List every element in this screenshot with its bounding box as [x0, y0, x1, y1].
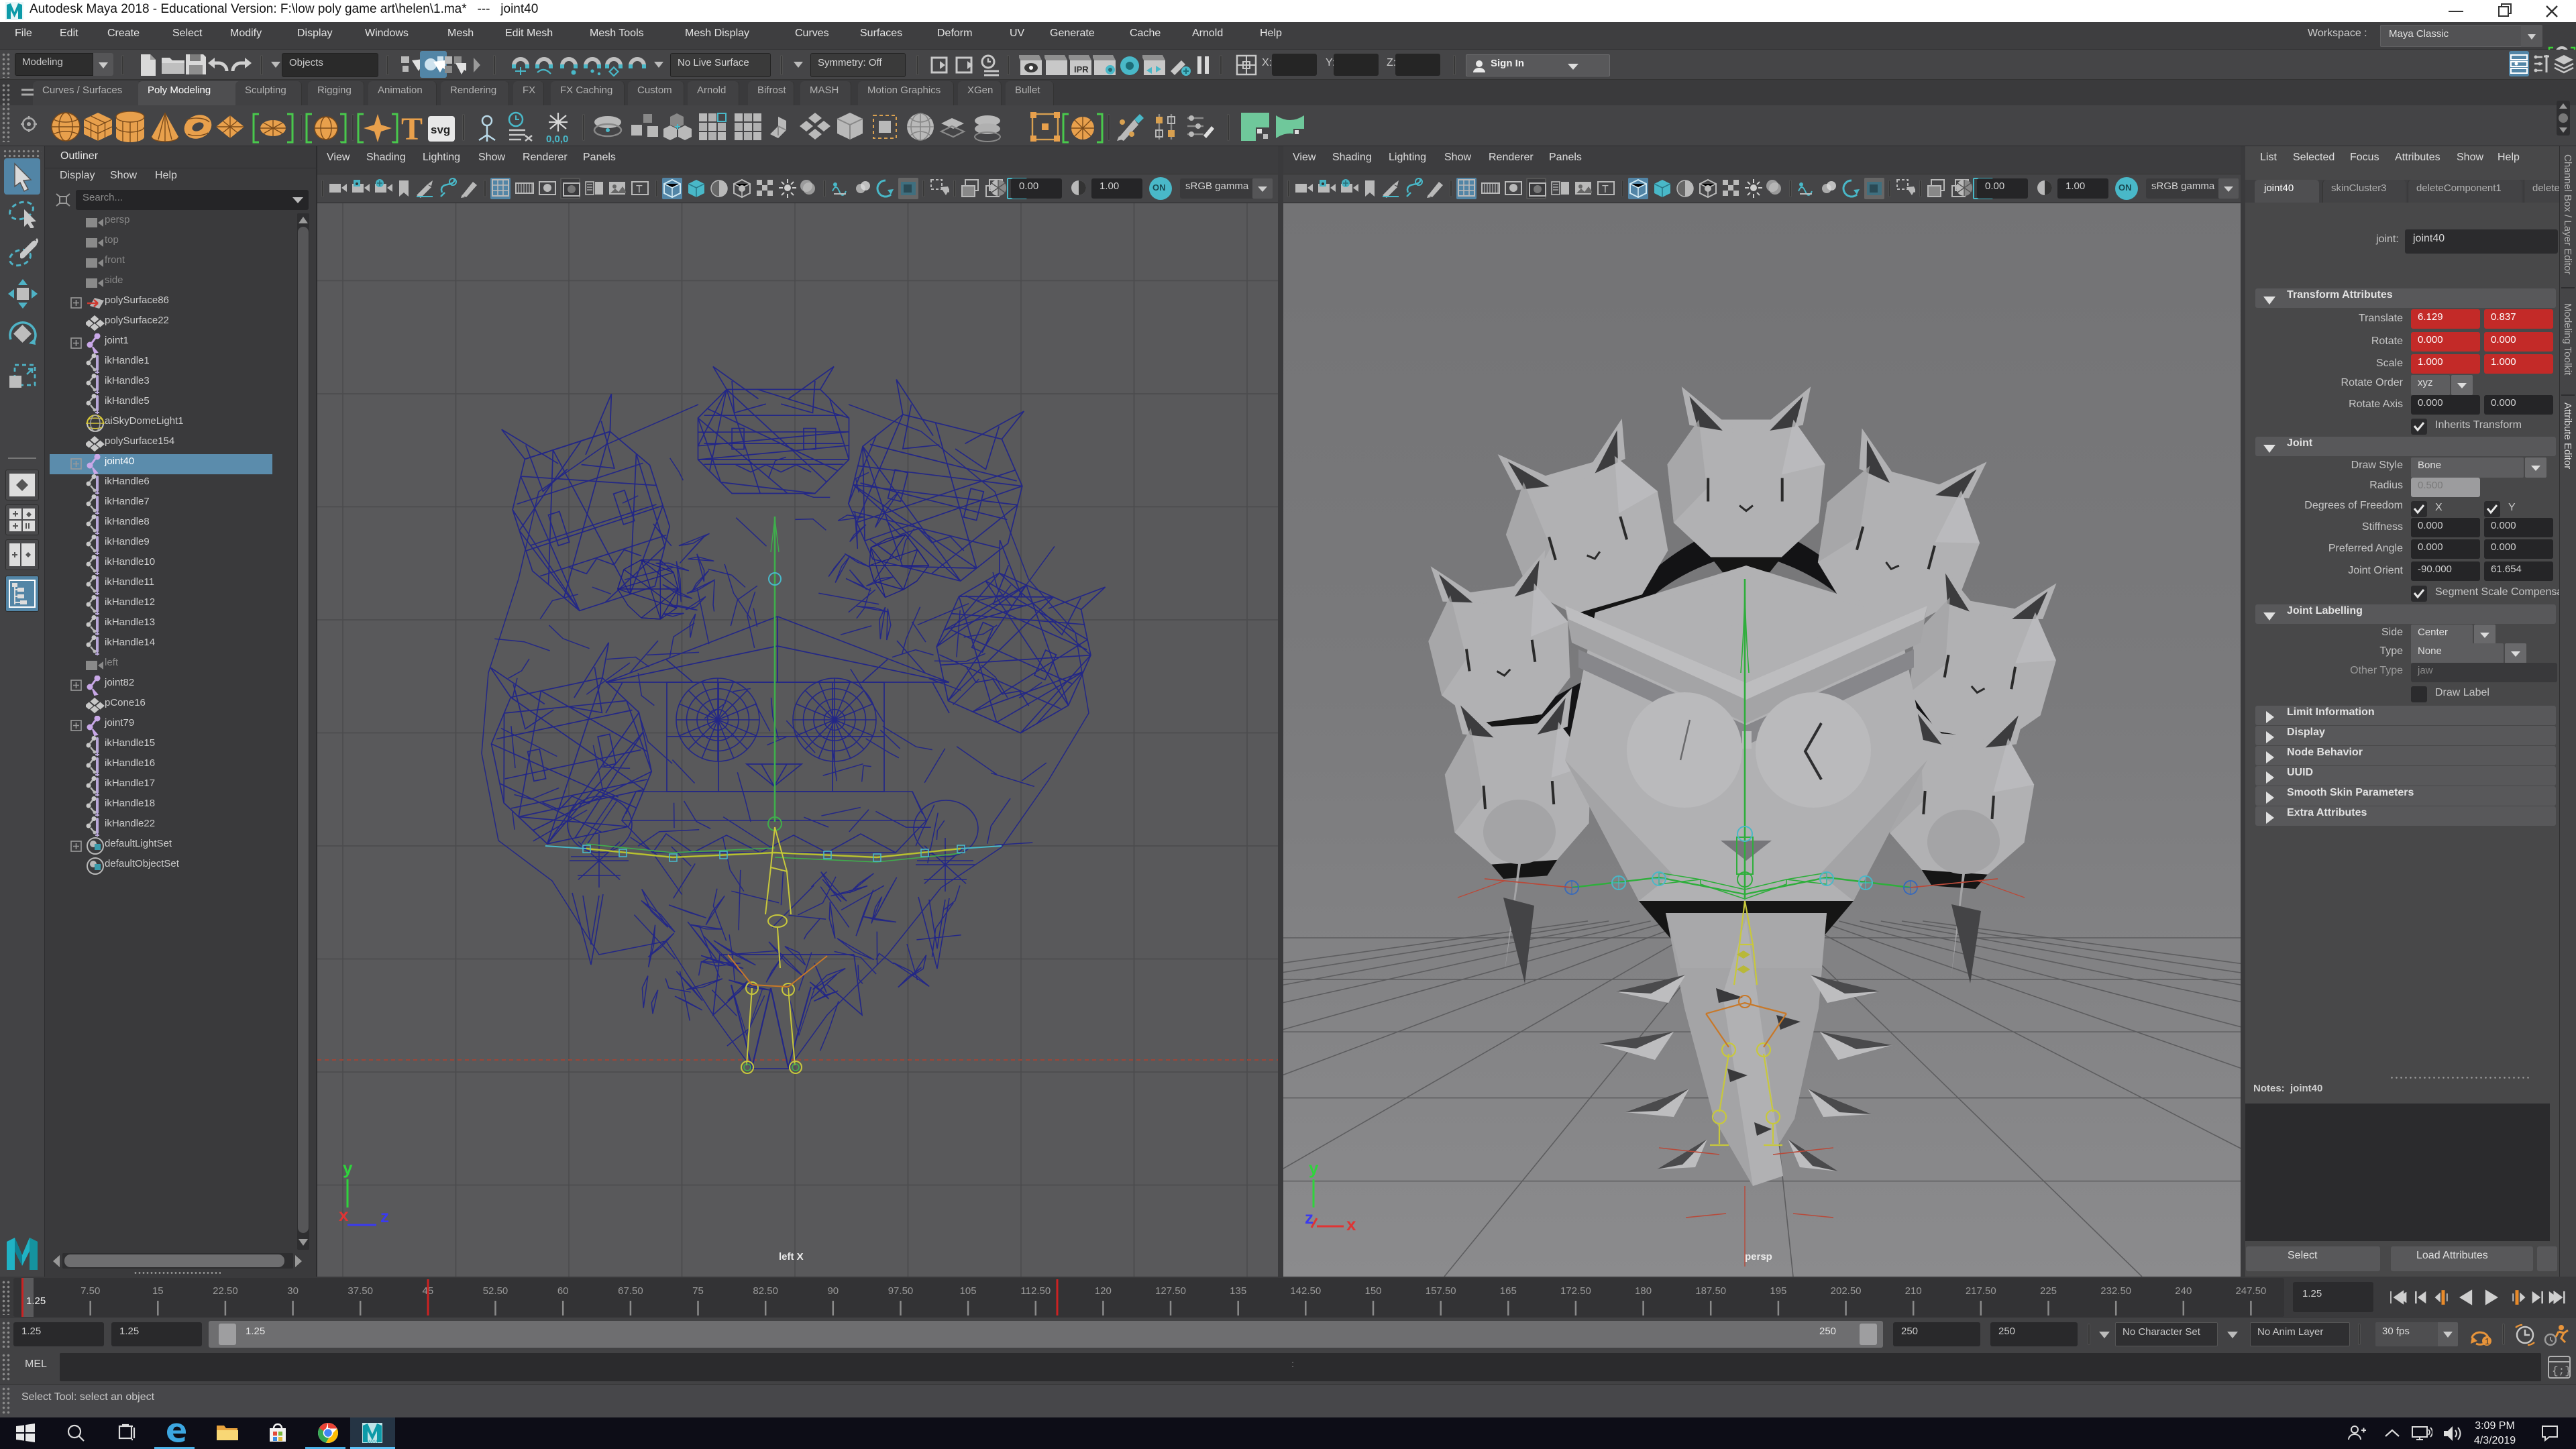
svg-text:135: 135	[1230, 1285, 1246, 1297]
svg-text:202.50: 202.50	[1831, 1285, 1862, 1297]
svg-text:120: 120	[1095, 1285, 1112, 1297]
svg-text:247.50: 247.50	[2235, 1285, 2266, 1297]
svg-text:217.50: 217.50	[1966, 1285, 1996, 1297]
svg-text:IPR: IPR	[1074, 64, 1089, 74]
svg-text:82.50: 82.50	[753, 1285, 778, 1297]
svg-text:T: T	[636, 184, 643, 195]
svg-text:15: 15	[152, 1285, 164, 1297]
svg-text:y: y	[343, 1159, 353, 1178]
svg-text:52.50: 52.50	[483, 1285, 508, 1297]
svg-text:22.50: 22.50	[213, 1285, 238, 1297]
svg-text:60: 60	[557, 1285, 569, 1297]
svg-text:112.50: 112.50	[1020, 1285, 1051, 1297]
svg-text:1: 1	[2485, 1336, 2489, 1346]
svg-text:x: x	[339, 1205, 349, 1225]
svg-text:150: 150	[1364, 1285, 1381, 1297]
svg-text:157.50: 157.50	[1426, 1285, 1456, 1297]
svg-text:187.50: 187.50	[1695, 1285, 1726, 1297]
svg-text:67.50: 67.50	[618, 1285, 643, 1297]
svg-text:127.50: 127.50	[1155, 1285, 1186, 1297]
svg-text:75: 75	[692, 1285, 704, 1297]
svg-text:210: 210	[1905, 1285, 1922, 1297]
svg-text:7.50: 7.50	[80, 1285, 100, 1297]
svg-text:225: 225	[2040, 1285, 2057, 1297]
svg-text:MAYA: MAYA	[367, 1440, 378, 1444]
svg-text:172.50: 172.50	[1560, 1285, 1591, 1297]
svg-text:240: 240	[2175, 1285, 2192, 1297]
svg-text:180: 180	[1635, 1285, 1652, 1297]
svg-text:z: z	[380, 1206, 389, 1226]
svg-text:90: 90	[827, 1285, 839, 1297]
svg-text:y: y	[1309, 1159, 1319, 1178]
svg-text:T: T	[1602, 184, 1609, 195]
svg-text:30: 30	[287, 1285, 299, 1297]
svg-text:232.50: 232.50	[2100, 1285, 2131, 1297]
svg-text:0,0,0: 0,0,0	[546, 133, 568, 144]
svg-text:142.50: 142.50	[1290, 1285, 1321, 1297]
svg-text:195: 195	[1770, 1285, 1786, 1297]
svg-text:svg: svg	[431, 123, 450, 136]
svg-text:165: 165	[1500, 1285, 1517, 1297]
svg-text:97.50: 97.50	[888, 1285, 914, 1297]
svg-text:T: T	[401, 111, 423, 145]
svg-text:105: 105	[960, 1285, 977, 1297]
svg-text:x: x	[1346, 1214, 1356, 1234]
svg-text:{;}: {;}	[2552, 1365, 2571, 1377]
svg-text:37.50: 37.50	[347, 1285, 373, 1297]
